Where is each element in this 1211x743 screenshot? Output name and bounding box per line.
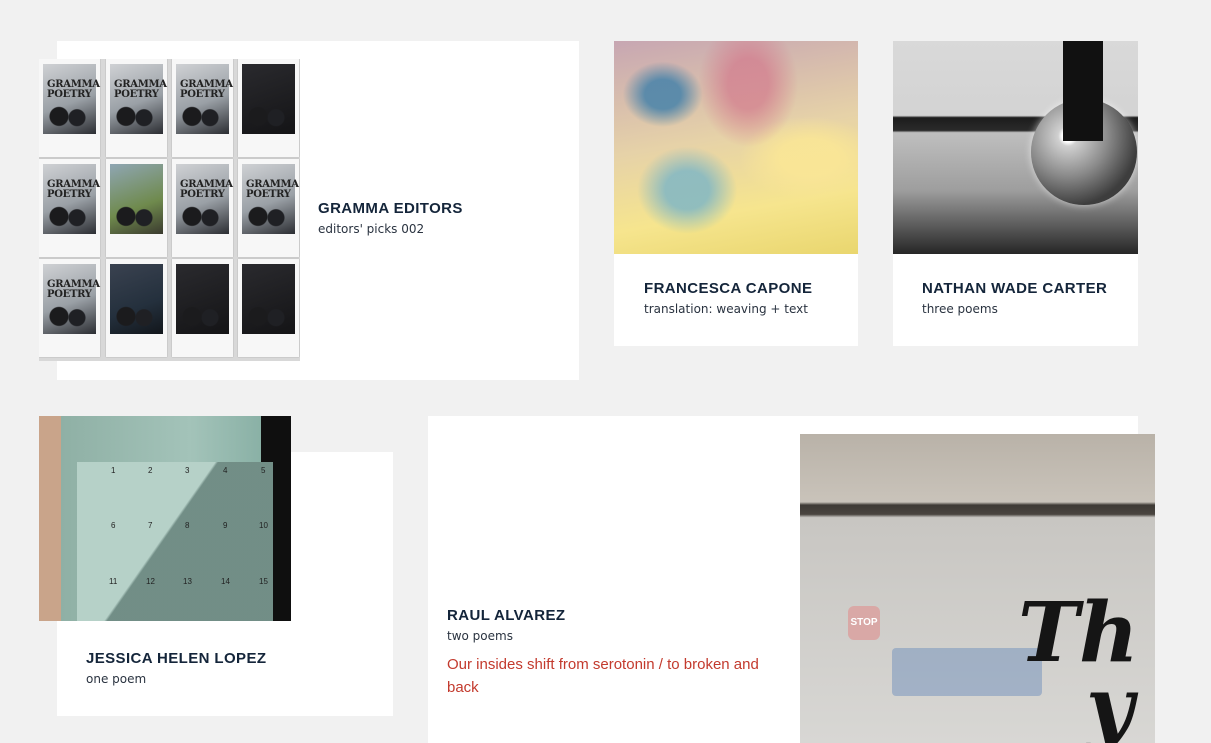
locker-number: 13 bbox=[183, 577, 192, 586]
polaroid-photo bbox=[238, 59, 299, 157]
locker-number: 4 bbox=[223, 466, 228, 475]
polaroid-photo: GRAMMA POETRY bbox=[39, 259, 100, 357]
post-excerpt[interactable]: Our insides shift from serotonin / to br… bbox=[447, 653, 777, 699]
locker-number: 1 bbox=[111, 466, 116, 475]
locker-number: 14 bbox=[221, 577, 230, 586]
polaroid-tag: GRAMMA POETRY bbox=[246, 179, 299, 200]
post-author[interactable]: FRANCESCA CAPONE bbox=[644, 280, 812, 297]
post-subtitle: two poems bbox=[447, 629, 513, 643]
polaroid-photo: GRAMMA POETRY bbox=[172, 59, 233, 157]
post-subtitle: editors' picks 002 bbox=[318, 222, 425, 236]
stop-sign-wall-image[interactable]: STOP Th y bbox=[800, 434, 1155, 743]
polaroid-tag: GRAMMA POETRY bbox=[180, 79, 233, 100]
locker-panel: 1 2 3 4 5 6 7 8 9 10 11 12 13 14 15 bbox=[77, 462, 273, 621]
locker-number: 15 bbox=[259, 577, 268, 586]
post-author[interactable]: JESSICA HELEN LOPEZ bbox=[86, 650, 266, 667]
locker-number: 6 bbox=[111, 521, 116, 530]
locker-number: 9 bbox=[223, 521, 228, 530]
mural-lettering: y bbox=[1086, 659, 1134, 743]
polaroid-photo: GRAMMA POETRY bbox=[39, 159, 100, 257]
locker-number: 5 bbox=[261, 466, 266, 475]
post-author[interactable]: NATHAN WADE CARTER bbox=[922, 280, 1107, 297]
polaroid-tag: GRAMMA POETRY bbox=[47, 179, 100, 200]
light-shadow bbox=[77, 462, 273, 621]
polaroid-tag: GRAMMA POETRY bbox=[114, 79, 167, 100]
locker-number: 7 bbox=[148, 521, 153, 530]
disco-ball-image[interactable] bbox=[893, 41, 1138, 254]
ceiling-beam bbox=[1063, 41, 1103, 141]
polaroid-tag: GRAMMA POETRY bbox=[47, 79, 100, 100]
abstract-color-image[interactable] bbox=[614, 41, 858, 254]
polaroid-photo bbox=[172, 259, 233, 357]
polaroid-wall-image[interactable]: GRAMMA POETRY GRAMMA POETRY GRAMMA POETR… bbox=[39, 59, 300, 361]
stop-sign-icon: STOP bbox=[848, 606, 880, 640]
post-subtitle: three poems bbox=[922, 302, 998, 316]
locker-number: 8 bbox=[185, 521, 190, 530]
polaroid-photo: GRAMMA POETRY bbox=[39, 59, 100, 157]
locker-number: 10 bbox=[259, 521, 268, 530]
polaroid-photo bbox=[238, 259, 299, 357]
post-subtitle: translation: weaving + text bbox=[644, 302, 808, 316]
locker-number: 12 bbox=[146, 577, 155, 586]
locker-number: 2 bbox=[148, 466, 153, 475]
polaroid-photo bbox=[106, 159, 167, 257]
locker-number: 11 bbox=[109, 577, 118, 586]
polaroid-tag: GRAMMA POETRY bbox=[180, 179, 233, 200]
polaroid-photo: GRAMMA POETRY bbox=[106, 59, 167, 157]
polaroid-photo: GRAMMA POETRY bbox=[238, 159, 299, 257]
mailbox-lockers-image[interactable]: 1 2 3 4 5 6 7 8 9 10 11 12 13 14 15 bbox=[39, 416, 291, 621]
polaroid-tag: GRAMMA POETRY bbox=[47, 279, 100, 300]
polaroid-photo: GRAMMA POETRY bbox=[172, 159, 233, 257]
polaroid-photo bbox=[106, 259, 167, 357]
post-subtitle: one poem bbox=[86, 672, 147, 686]
post-author[interactable]: GRAMMA EDITORS bbox=[318, 200, 463, 217]
locker-number: 3 bbox=[185, 466, 190, 475]
post-author[interactable]: RAUL ALVAREZ bbox=[447, 607, 565, 624]
